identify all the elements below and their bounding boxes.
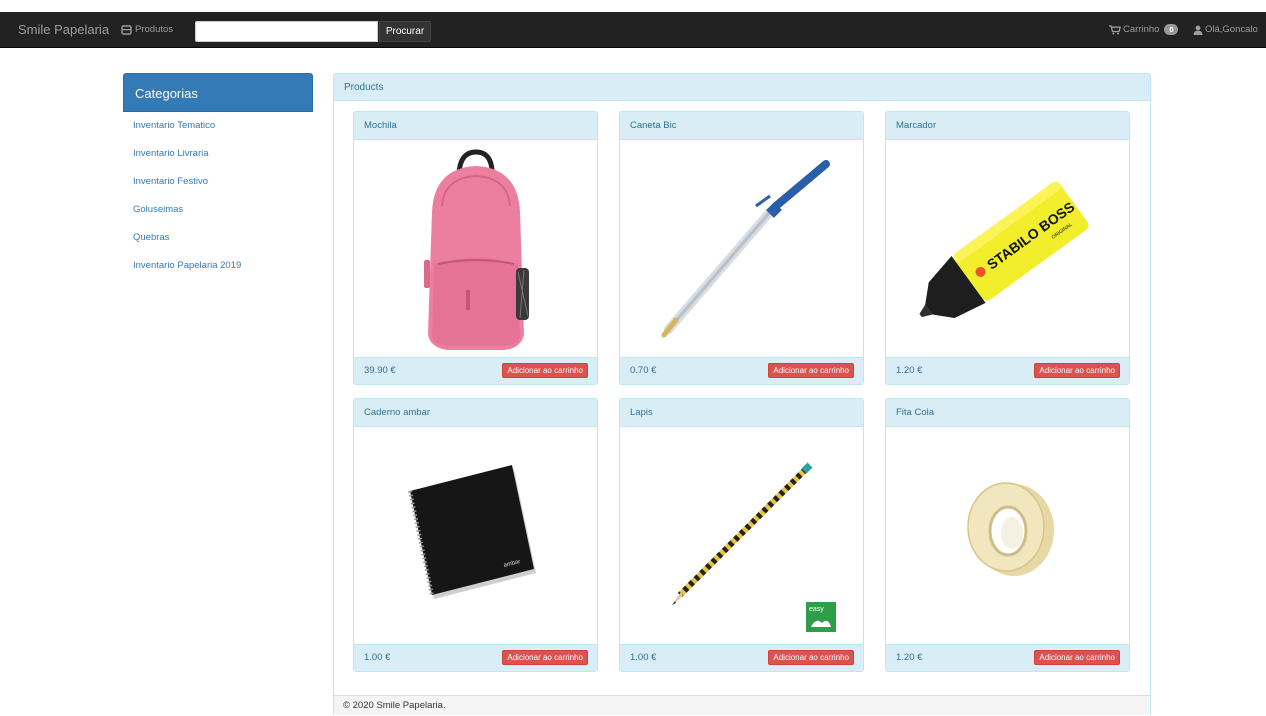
category-link[interactable]: Goluseimas [123,196,313,224]
cart-count-badge: 0 [1164,24,1179,35]
product-image-area: STABILO BOSS ORIGINAL [886,140,1129,358]
pencil-image: easy [672,462,836,632]
user-account-link[interactable]: Olá,Goncalo [1193,24,1258,35]
product-name: Lapis [620,399,863,427]
add-to-cart-button[interactable]: Adicionar ao carrinho [1034,363,1120,378]
product-footer: 1.20 € Adicionar ao carrinho [886,644,1129,671]
search-button[interactable]: Procurar [379,21,431,42]
product-name: Marcador [886,112,1129,140]
nav-products-label: Produtos [135,24,174,35]
user-greeting: Olá,Goncalo [1205,24,1258,35]
product-card: Lapis easy 1.00 € Adicionar ao carrinho [619,398,864,672]
category-link[interactable]: Inventario Festivo [123,168,313,196]
product-footer: 1.00 € Adicionar ao carrinho [354,644,597,671]
product-card: Fita Cola 1.20 € Adicionar ao carrinho [885,398,1130,672]
product-name: Caderno ambar [354,399,597,427]
product-image-area [354,140,597,358]
add-to-cart-button[interactable]: Adicionar ao carrinho [502,363,588,378]
user-icon [1193,25,1203,35]
pink-backpack-image [424,149,529,350]
add-to-cart-button[interactable]: Adicionar ao carrinho [1034,650,1120,665]
stabilo-highlighter-image: STABILO BOSS ORIGINAL [919,181,1089,318]
categories-list: Inventario Tematico Inventario Livraria … [123,112,313,280]
product-name: Fita Cola [886,399,1129,427]
product-image-area: ambar [354,427,597,645]
search-input[interactable] [195,21,378,42]
product-card: Mochila 39.90 € Adicionar ao carrinho [353,111,598,385]
cart-link[interactable]: Carrinho 0 [1109,24,1179,35]
product-card: Caneta Bic 0.70 € Adicionar ao carrinho [619,111,864,385]
navbar: Smile Papelaria Produtos Procurar Carrin… [0,12,1266,48]
category-link[interactable]: Inventario Papelaria 2019 [123,252,313,280]
product-price: 1.20 € [896,652,923,663]
product-image-area: easy [620,427,863,645]
categories-panel: Categorias Inventario Tematico Inventari… [123,73,313,280]
product-footer: 1.00 € Adicionar ao carrinho [620,644,863,671]
category-link[interactable]: Inventario Livraria [123,140,313,168]
bic-pen-image [660,160,830,340]
product-footer: 39.90 € Adicionar ao carrinho [354,357,597,384]
product-price: 39.90 € [364,365,396,376]
add-to-cart-button[interactable]: Adicionar ao carrinho [502,650,588,665]
product-name: Caneta Bic [620,112,863,140]
nav-products-link[interactable]: Produtos [121,24,173,35]
product-card: Caderno ambar ambar 1.00 € Adicionar ao … [353,398,598,672]
brand-link[interactable]: Smile Papelaria [18,22,109,37]
product-footer: 0.70 € Adicionar ao carrinho [620,357,863,384]
add-to-cart-button[interactable]: Adicionar ao carrinho [768,363,854,378]
inbox-icon [121,24,132,35]
page-footer: © 2020 Smile Papelaria. [334,695,1150,715]
category-link[interactable]: Inventario Tematico [123,112,313,140]
product-image-area [620,140,863,358]
black-notebook-image: ambar [408,465,536,599]
cart-label: Carrinho [1123,24,1160,35]
easy-badge-text: easy [809,606,824,613]
product-price: 1.00 € [364,652,391,663]
product-price: 1.20 € [896,365,923,376]
shopping-cart-icon [1109,24,1121,34]
product-footer: 1.20 € Adicionar ao carrinho [886,357,1129,384]
products-heading: Products [334,74,1150,101]
categories-heading: Categorias [123,73,313,112]
product-card: Marcador STABILO BOSS ORIGINAL 1.20 € Ad… [885,111,1130,385]
products-panel: Products Mochila 39.90 € Adicionar ao ca… [333,73,1151,715]
tape-roll-image [967,482,1054,576]
top-strip [0,0,1266,12]
category-link[interactable]: Quebras [123,224,313,252]
product-name: Mochila [354,112,597,140]
product-price: 1.00 € [630,652,657,663]
add-to-cart-button[interactable]: Adicionar ao carrinho [768,650,854,665]
product-price: 0.70 € [630,365,657,376]
product-image-area [886,427,1129,645]
